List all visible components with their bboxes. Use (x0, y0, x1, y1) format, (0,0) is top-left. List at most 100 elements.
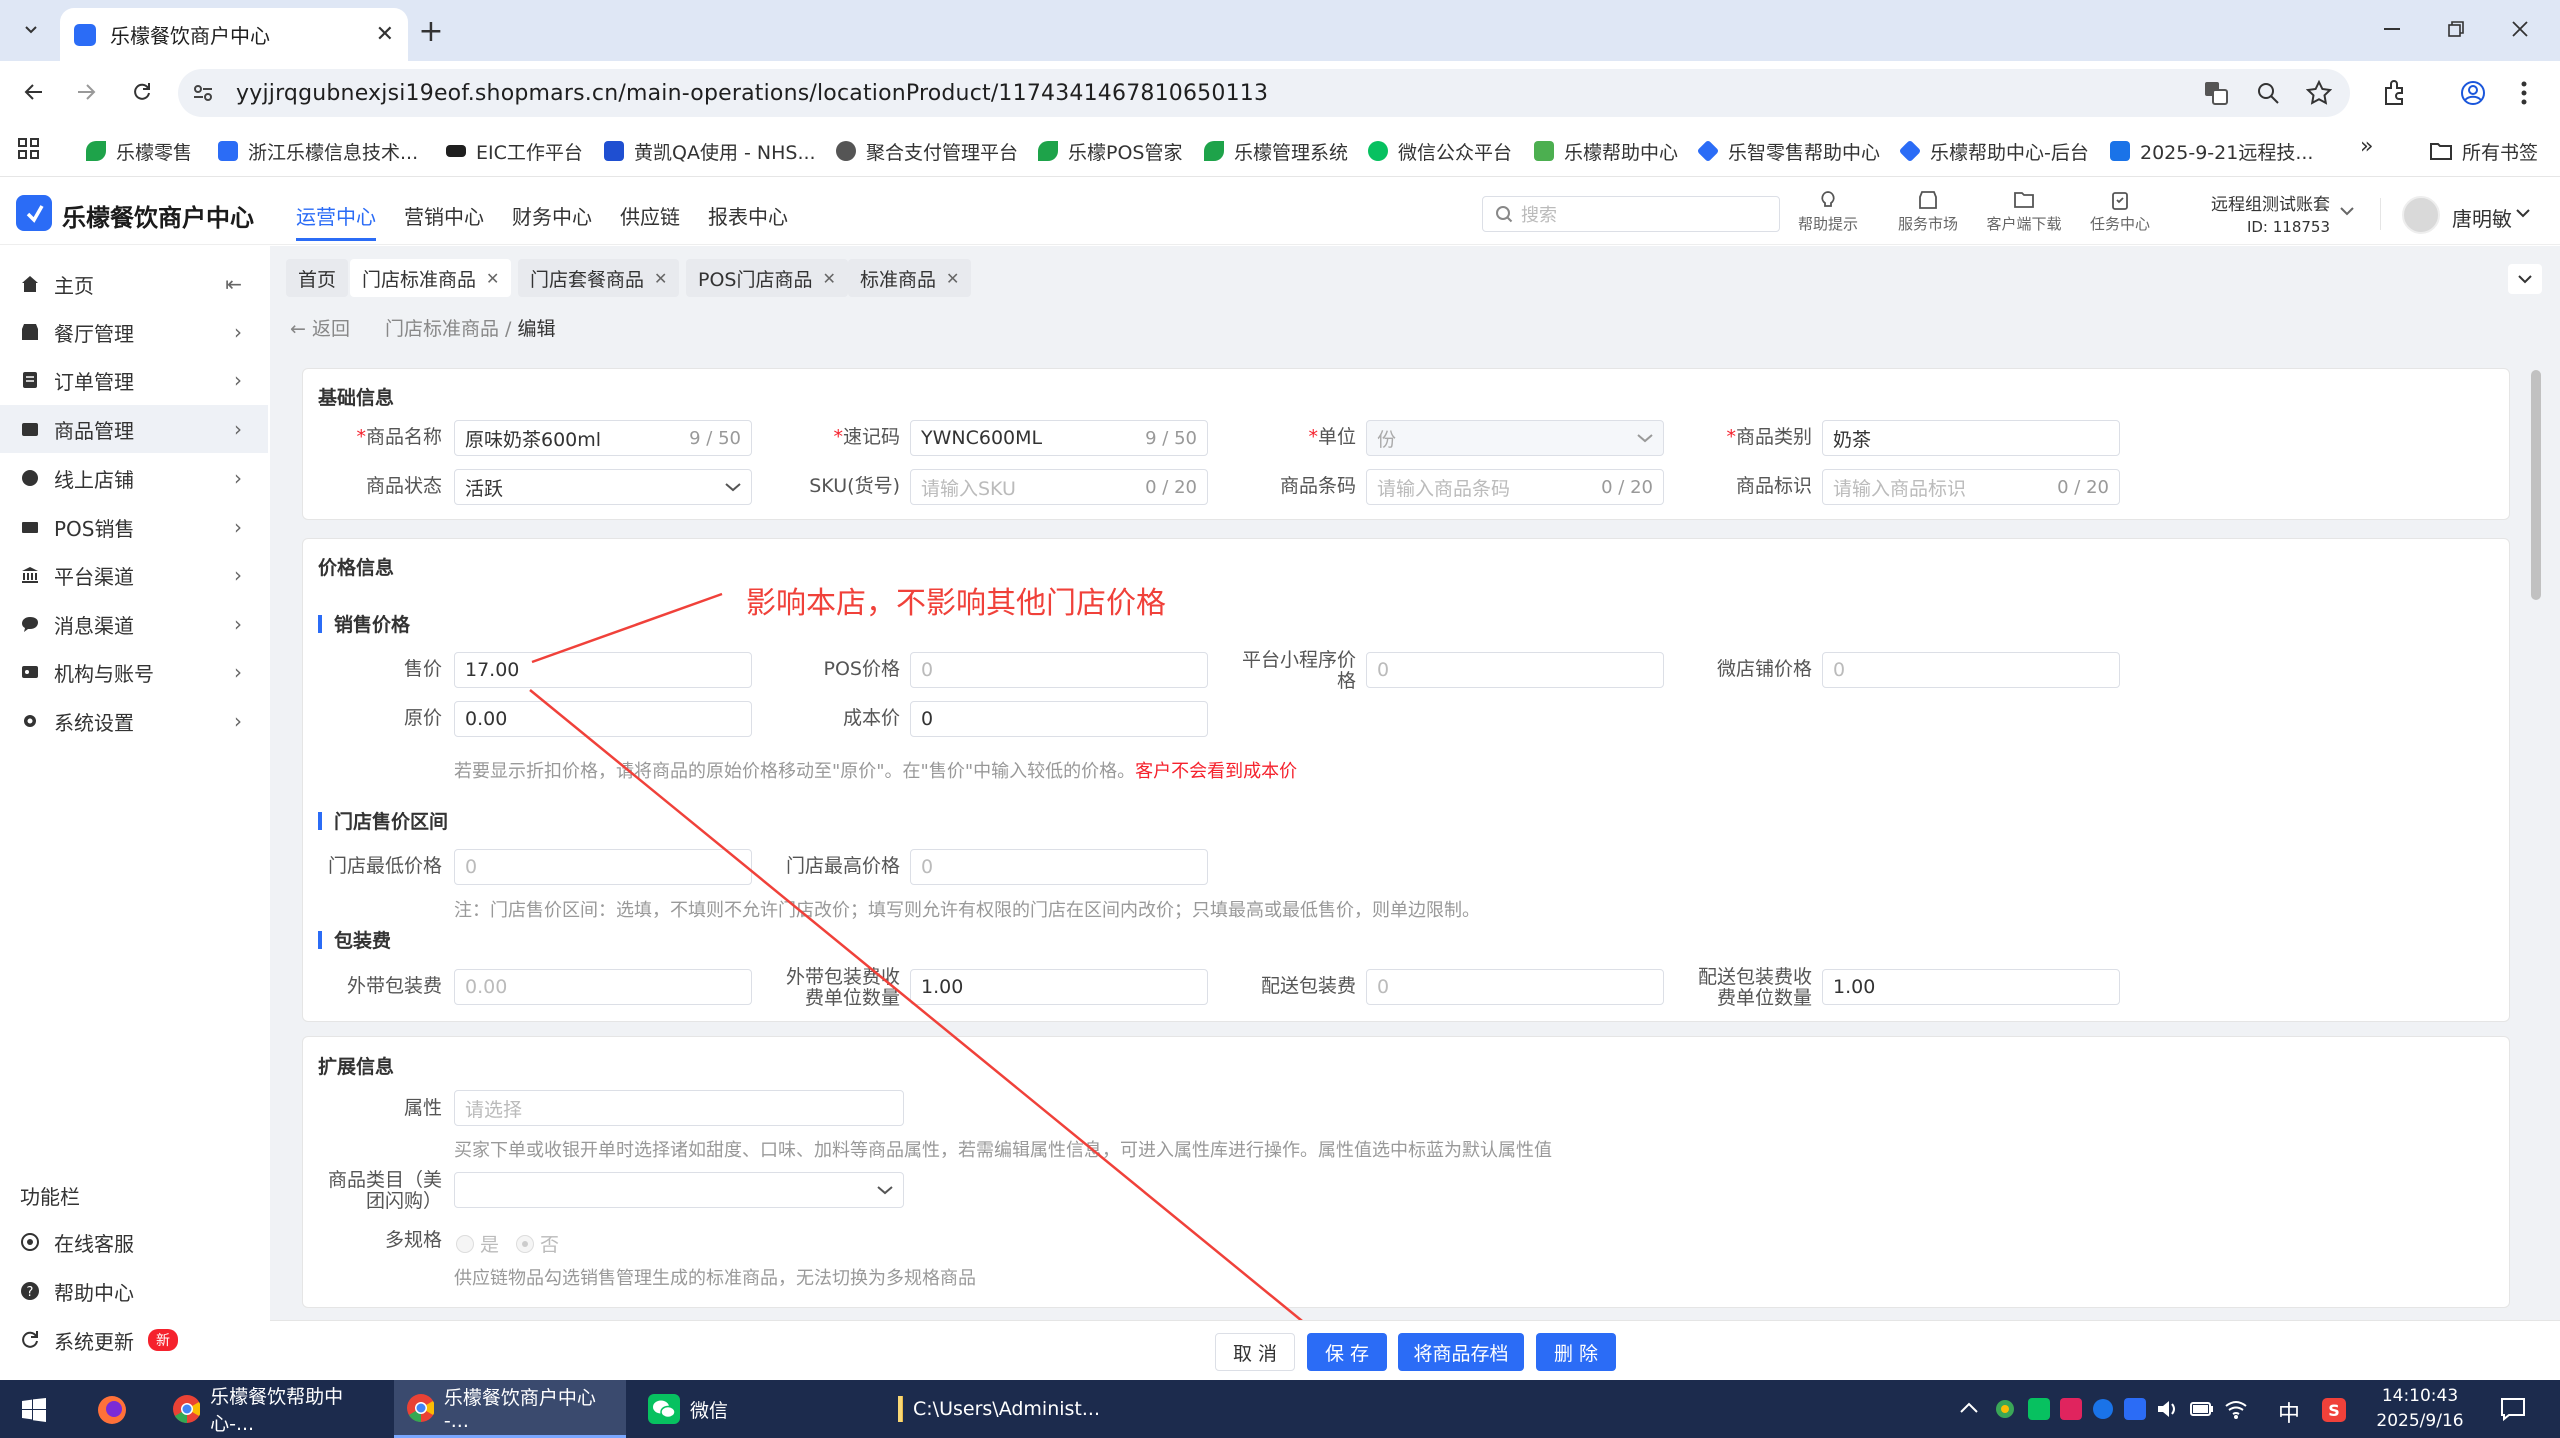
zoom-icon[interactable] (2256, 81, 2280, 105)
reload-button[interactable] (122, 72, 162, 112)
wx-store-price-input[interactable]: 0 (1822, 652, 2120, 688)
bookmark-item[interactable]: 乐檬零售 (86, 132, 192, 170)
product-tag-input[interactable]: 请输入商品标识 0 / 20 (1822, 469, 2120, 505)
bookmark-item[interactable]: 乐智零售帮助中心 (1696, 132, 1880, 170)
price-input[interactable]: 17.00 (454, 652, 752, 688)
sogou-ime-icon[interactable]: S (2322, 1398, 2346, 1422)
meituan-category-select[interactable] (454, 1172, 904, 1208)
max-price-input[interactable]: 0 (910, 849, 1208, 885)
cancel-button[interactable]: 取 消 (1215, 1333, 1295, 1371)
unit-select[interactable]: 份 (1366, 420, 1664, 456)
sidebar-item-message-channel[interactable]: 消息渠道 › (0, 600, 268, 648)
all-bookmarks[interactable]: 所有书签 (2430, 132, 2538, 170)
account-name[interactable]: 远程组测试账套 (2210, 190, 2330, 215)
extensions-icon[interactable] (2382, 80, 2408, 106)
forward-button[interactable] (66, 72, 106, 112)
system-clock[interactable]: 14:10:43 2025/9/16 (2360, 1384, 2480, 1434)
search-input[interactable]: 搜索 (1482, 196, 1780, 232)
sku-input[interactable]: 请输入SKU 0 / 20 (910, 469, 1208, 505)
delivery-pack-fee-input[interactable]: 0 (1366, 969, 1664, 1005)
quick-code-input[interactable]: YWNC600ML 9 / 50 (910, 420, 1208, 456)
bookmark-item[interactable]: 微信公众平台 (1368, 132, 1512, 170)
client-download-button[interactable]: 客户端下载 (1984, 190, 2064, 240)
back-link[interactable]: ← 返回 (290, 314, 350, 341)
min-price-input[interactable]: 0 (454, 849, 752, 885)
apps-grid-icon[interactable] (18, 138, 40, 160)
new-tab-button[interactable]: + (414, 14, 448, 49)
notification-icon[interactable] (2500, 1396, 2526, 1422)
archive-button[interactable]: 将商品存档 (1398, 1333, 1524, 1371)
taskbar-chrome-help[interactable]: 乐檬餐饮帮助中心-... (160, 1380, 388, 1438)
delivery-pack-qty-input[interactable]: 1.00 (1822, 969, 2120, 1005)
close-tab-icon[interactable]: ✕ (376, 22, 394, 47)
takeout-pack-qty-input[interactable]: 1.00 (910, 969, 1208, 1005)
barcode-input[interactable]: 请输入商品条码 0 / 20 (1366, 469, 1664, 505)
system-update-button[interactable]: 系统更新新 (20, 1320, 178, 1360)
sidebar-item-settings[interactable]: 系统设置 › (0, 697, 268, 745)
close-icon[interactable]: ✕ (946, 269, 959, 288)
bookmark-item[interactable]: EIC工作平台 (446, 132, 583, 170)
tray-app-icon[interactable] (2092, 1398, 2114, 1420)
bookmark-item[interactable]: 乐檬POS管家 (1038, 132, 1182, 170)
profile-icon[interactable] (2460, 80, 2486, 106)
scrollbar-thumb[interactable] (2531, 370, 2541, 600)
ime-indicator[interactable]: 中 (2278, 1396, 2300, 1428)
collapse-sidebar-icon[interactable]: ⇤ (225, 272, 242, 296)
avatar[interactable] (2402, 196, 2440, 234)
sidebar-item-home[interactable]: 主页 ⇤ (0, 260, 268, 308)
help-tips-button[interactable]: 帮助提示 (1788, 190, 1868, 240)
mini-program-price-input[interactable]: 0 (1366, 652, 1664, 688)
attribute-select[interactable]: 请选择 (454, 1090, 904, 1126)
sidebar-item-platform-channel[interactable]: 平台渠道 › (0, 551, 268, 599)
sidebar-item-pos-sales[interactable]: POS销售 › (0, 503, 268, 551)
taskbar-wechat[interactable]: 微信 (636, 1380, 866, 1438)
restore-button[interactable] (2424, 6, 2488, 52)
breadcrumb-parent[interactable]: 门店标准商品 (385, 318, 499, 340)
page-tab-home[interactable]: 首页 (286, 259, 349, 297)
online-service-button[interactable]: 在线客服 (20, 1222, 134, 1262)
windows-start-icon[interactable] (22, 1398, 46, 1422)
tabs-dropdown-button[interactable] (2508, 264, 2542, 294)
category-input[interactable]: 奶茶 (1822, 420, 2120, 456)
help-center-button[interactable]: ? 帮助中心 (20, 1271, 134, 1311)
page-tab-pos-store[interactable]: POS门店商品 ✕ (686, 259, 848, 297)
minimize-button[interactable] (2360, 6, 2424, 52)
task-center-button[interactable]: 任务中心 (2080, 190, 2160, 240)
tray-wechat-icon[interactable] (2028, 1398, 2050, 1420)
close-icon[interactable]: ✕ (822, 269, 835, 288)
original-price-input[interactable]: 0.00 (454, 701, 752, 737)
bookmark-item[interactable]: 乐檬帮助中心-后台 (1898, 132, 2089, 170)
browser-tab[interactable]: 乐檬餐饮商户中心 ✕ (60, 8, 408, 61)
taskbar-chrome-merchant[interactable]: 乐檬餐饮商户中心 -... (394, 1380, 626, 1438)
page-tab-store-combo[interactable]: 门店套餐商品 ✕ (518, 259, 680, 297)
product-name-input[interactable]: 原味奶茶600ml 9 / 50 (454, 420, 752, 456)
chevron-down-icon[interactable] (2340, 206, 2354, 216)
tray-app-icon[interactable] (1994, 1398, 2016, 1420)
back-button[interactable] (14, 72, 54, 112)
bookmark-item[interactable]: 2025-9-21远程技... (2110, 132, 2313, 170)
tray-expand-icon[interactable] (1960, 1402, 1978, 1414)
sidebar-item-products[interactable]: 商品管理 › (0, 405, 268, 453)
close-icon[interactable]: ✕ (486, 269, 499, 288)
multi-spec-yes-radio[interactable]: 是 (456, 1230, 499, 1257)
sidebar-item-orders[interactable]: 订单管理 › (0, 356, 268, 404)
page-tab-store-standard[interactable]: 门店标准商品 ✕ (350, 259, 512, 297)
takeout-pack-fee-input[interactable]: 0.00 (454, 969, 752, 1005)
tray-app-icon[interactable] (2124, 1398, 2146, 1420)
close-window-button[interactable] (2488, 6, 2552, 52)
chevron-down-icon[interactable] (2516, 208, 2530, 218)
bookmark-item[interactable]: 乐檬管理系统 (1204, 132, 1348, 170)
taskbar-explorer[interactable]: C:\Users\Administ... (882, 1380, 1112, 1438)
multi-spec-no-radio[interactable]: 否 (516, 1230, 559, 1257)
volume-icon[interactable] (2156, 1398, 2180, 1420)
nav-marketing[interactable]: 营销中心 (404, 201, 484, 230)
bookmark-item[interactable]: 聚合支付管理平台 (836, 132, 1018, 170)
sidebar-item-org-account[interactable]: 机构与账号 › (0, 648, 268, 696)
tab-search-button[interactable] (14, 12, 48, 46)
nav-operations[interactable]: 运营中心 (296, 201, 376, 230)
sidebar-item-online-store[interactable]: 线上店铺 › (0, 454, 268, 502)
url-text[interactable]: yyjjrqgubnexjsi19eof.shopmars.cn/main-op… (236, 81, 1268, 106)
cost-price-input[interactable]: 0 (910, 701, 1208, 737)
service-market-button[interactable]: 服务市场 (1888, 190, 1968, 240)
pos-price-input[interactable]: 0 (910, 652, 1208, 688)
